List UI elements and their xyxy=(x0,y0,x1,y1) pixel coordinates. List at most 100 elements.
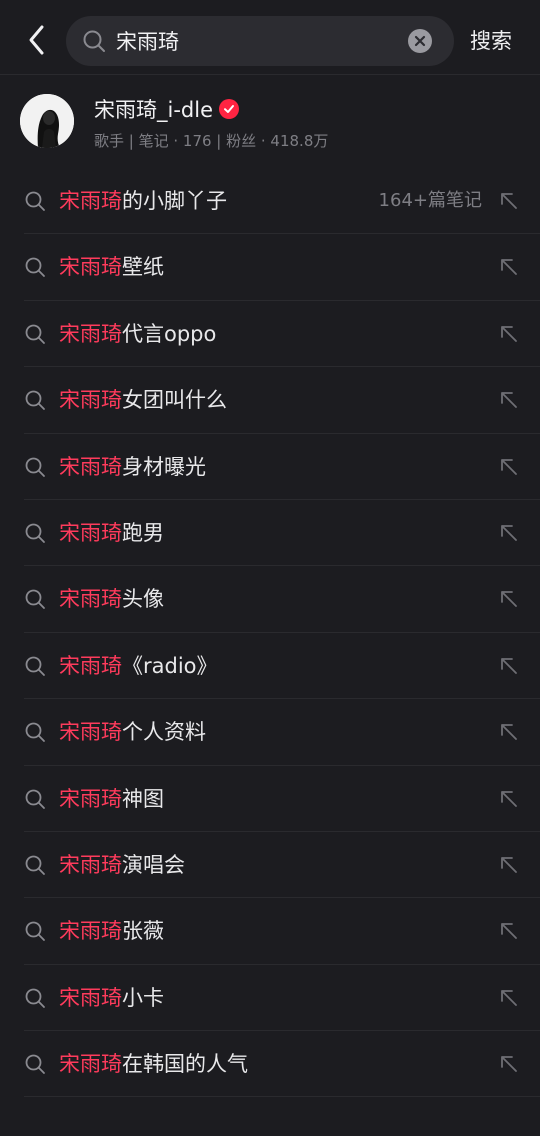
suggestion-text: 宋雨琦张薇 xyxy=(59,915,164,947)
suggestion-highlight: 宋雨琦 xyxy=(59,255,122,280)
search-icon xyxy=(25,324,45,344)
search-icon xyxy=(25,589,45,610)
profile-name-row: 宋雨琦_i-dle xyxy=(94,94,239,124)
suggestion-rest: 代言oppo xyxy=(122,321,217,346)
arrow-up-left-icon[interactable] xyxy=(498,920,520,942)
top-bar: 搜索 xyxy=(0,0,540,82)
suggestion-text: 宋雨琦演唱会 xyxy=(59,849,185,881)
suggestion-item[interactable]: 宋雨琦演唱会 xyxy=(0,832,540,899)
suggestion-rest: 女团叫什么 xyxy=(122,388,227,413)
suggestion-highlight: 宋雨琦 xyxy=(59,720,122,745)
search-icon xyxy=(25,457,45,477)
verified-icon xyxy=(219,99,239,119)
suggestion-text: 宋雨琦壁纸 xyxy=(59,251,164,283)
search-icon xyxy=(25,191,45,211)
arrow-up-left-icon[interactable] xyxy=(498,655,520,677)
suggestion-highlight: 宋雨琦 xyxy=(59,189,122,213)
suggestion-text: 宋雨琦跑男 xyxy=(59,517,164,549)
suggestion-text: 宋雨琦的小脚丫子 xyxy=(59,185,227,217)
divider xyxy=(24,1096,540,1098)
search-icon xyxy=(25,523,45,543)
suggestion-text: 宋雨琦个人资料 xyxy=(59,716,206,748)
suggestion-rest: 壁纸 xyxy=(122,255,164,280)
suggestion-item[interactable]: 宋雨琦头像 xyxy=(0,566,540,633)
profile-name: 宋雨琦_i-dle xyxy=(94,98,213,122)
suggestion-item[interactable]: 宋雨琦代言oppo xyxy=(0,301,540,368)
user-result[interactable]: 宋雨琦_i-dle 歌手 | 笔记 · 176 | 粉丝 · 418.8万 xyxy=(0,84,540,162)
suggestion-highlight: 宋雨琦 xyxy=(59,653,122,678)
suggestion-item[interactable]: 宋雨琦的小脚丫子 164+篇笔记 xyxy=(0,168,540,235)
suggestion-item[interactable]: 宋雨琦身材曝光 xyxy=(0,434,540,500)
divider xyxy=(0,74,540,75)
search-icon xyxy=(25,390,45,411)
clear-icon xyxy=(414,35,426,47)
suggestion-text: 宋雨琦头像 xyxy=(59,583,164,615)
suggestion-rest: 演唱会 xyxy=(122,852,185,877)
suggestion-highlight: 宋雨琦 xyxy=(59,321,122,346)
suggestion-text: 宋雨琦在韩国的人气 xyxy=(59,1048,248,1080)
search-icon xyxy=(25,921,45,942)
suggestion-rest: 张薇 xyxy=(122,919,164,944)
suggestion-rest: 跑男 xyxy=(122,520,164,545)
suggestion-highlight: 宋雨琦 xyxy=(59,852,122,877)
search-button[interactable]: 搜索 xyxy=(470,26,512,56)
suggestion-rest: 神图 xyxy=(122,786,164,811)
suggestion-item[interactable]: 宋雨琦在韩国的人气 xyxy=(0,1031,540,1098)
arrow-up-left-icon[interactable] xyxy=(498,1053,520,1075)
arrow-up-left-icon[interactable] xyxy=(498,389,520,411)
chevron-left-icon xyxy=(29,25,44,55)
suggestion-item[interactable]: 宋雨琦个人资料 xyxy=(0,699,540,766)
suggestion-rest: 在韩国的人气 xyxy=(122,1052,248,1077)
suggestion-item[interactable]: 宋雨琦《radio》 xyxy=(0,633,540,700)
arrow-up-left-icon[interactable] xyxy=(498,190,520,212)
search-icon xyxy=(25,855,45,875)
suggestion-text: 宋雨琦小卡 xyxy=(59,982,164,1014)
suggestion-text: 宋雨琦女团叫什么 xyxy=(59,384,227,416)
search-icon xyxy=(25,257,45,278)
suggestion-highlight: 宋雨琦 xyxy=(59,1052,122,1077)
arrow-up-left-icon[interactable] xyxy=(498,256,520,278)
suggestion-item[interactable]: 宋雨琦壁纸 xyxy=(0,234,540,301)
suggestion-item[interactable]: 宋雨琦神图 xyxy=(0,766,540,832)
arrow-up-left-icon[interactable] xyxy=(498,721,520,743)
suggestion-highlight: 宋雨琦 xyxy=(59,587,122,612)
suggestion-rest: 《radio》 xyxy=(122,653,218,678)
arrow-up-left-icon[interactable] xyxy=(498,323,520,345)
suggestion-item[interactable]: 宋雨琦跑男 xyxy=(0,500,540,567)
search-icon xyxy=(25,722,45,743)
clear-button[interactable] xyxy=(408,29,432,53)
suggestion-item[interactable]: 宋雨琦女团叫什么 xyxy=(0,367,540,434)
suggestion-highlight: 宋雨琦 xyxy=(59,985,122,1010)
search-input[interactable] xyxy=(116,24,396,58)
suggestion-text: 宋雨琦神图 xyxy=(59,783,164,815)
suggestion-highlight: 宋雨琦 xyxy=(59,786,122,811)
suggestion-highlight: 宋雨琦 xyxy=(59,520,122,545)
arrow-up-left-icon[interactable] xyxy=(498,522,520,544)
arrow-up-left-icon[interactable] xyxy=(498,456,520,478)
profile-meta: 歌手 | 笔记 · 176 | 粉丝 · 418.8万 xyxy=(94,132,329,150)
search-box[interactable] xyxy=(66,16,454,66)
suggestion-item[interactable]: 宋雨琦小卡 xyxy=(0,965,540,1032)
arrow-up-left-icon[interactable] xyxy=(498,854,520,876)
suggestion-text: 宋雨琦代言oppo xyxy=(59,318,216,350)
suggestion-highlight: 宋雨琦 xyxy=(59,454,122,479)
suggestion-highlight: 宋雨琦 xyxy=(59,919,122,944)
suggestion-text: 宋雨琦身材曝光 xyxy=(59,451,206,483)
back-button[interactable] xyxy=(20,22,54,58)
search-icon xyxy=(25,1054,45,1074)
arrow-up-left-icon[interactable] xyxy=(498,788,520,810)
arrow-up-left-icon[interactable] xyxy=(498,987,520,1009)
arrow-up-left-icon[interactable] xyxy=(498,588,520,610)
suggestion-rest: 的小脚丫子 xyxy=(122,189,227,213)
search-icon xyxy=(83,30,105,52)
search-icon xyxy=(25,988,45,1008)
suggestion-highlight: 宋雨琦 xyxy=(59,388,122,413)
avatar[interactable] xyxy=(20,94,74,148)
suggestion-rest: 身材曝光 xyxy=(122,454,206,479)
suggestion-item[interactable]: 宋雨琦张薇 xyxy=(0,898,540,965)
suggestion-list: 宋雨琦的小脚丫子 164+篇笔记 宋雨琦壁纸 宋雨琦代言oppo 宋雨琦女团叫什么 宋雨琦… xyxy=(0,168,540,1098)
suggestion-rest: 个人资料 xyxy=(122,720,206,745)
search-icon xyxy=(25,789,45,809)
search-icon xyxy=(25,656,45,676)
suggestion-rest: 小卡 xyxy=(122,985,164,1010)
